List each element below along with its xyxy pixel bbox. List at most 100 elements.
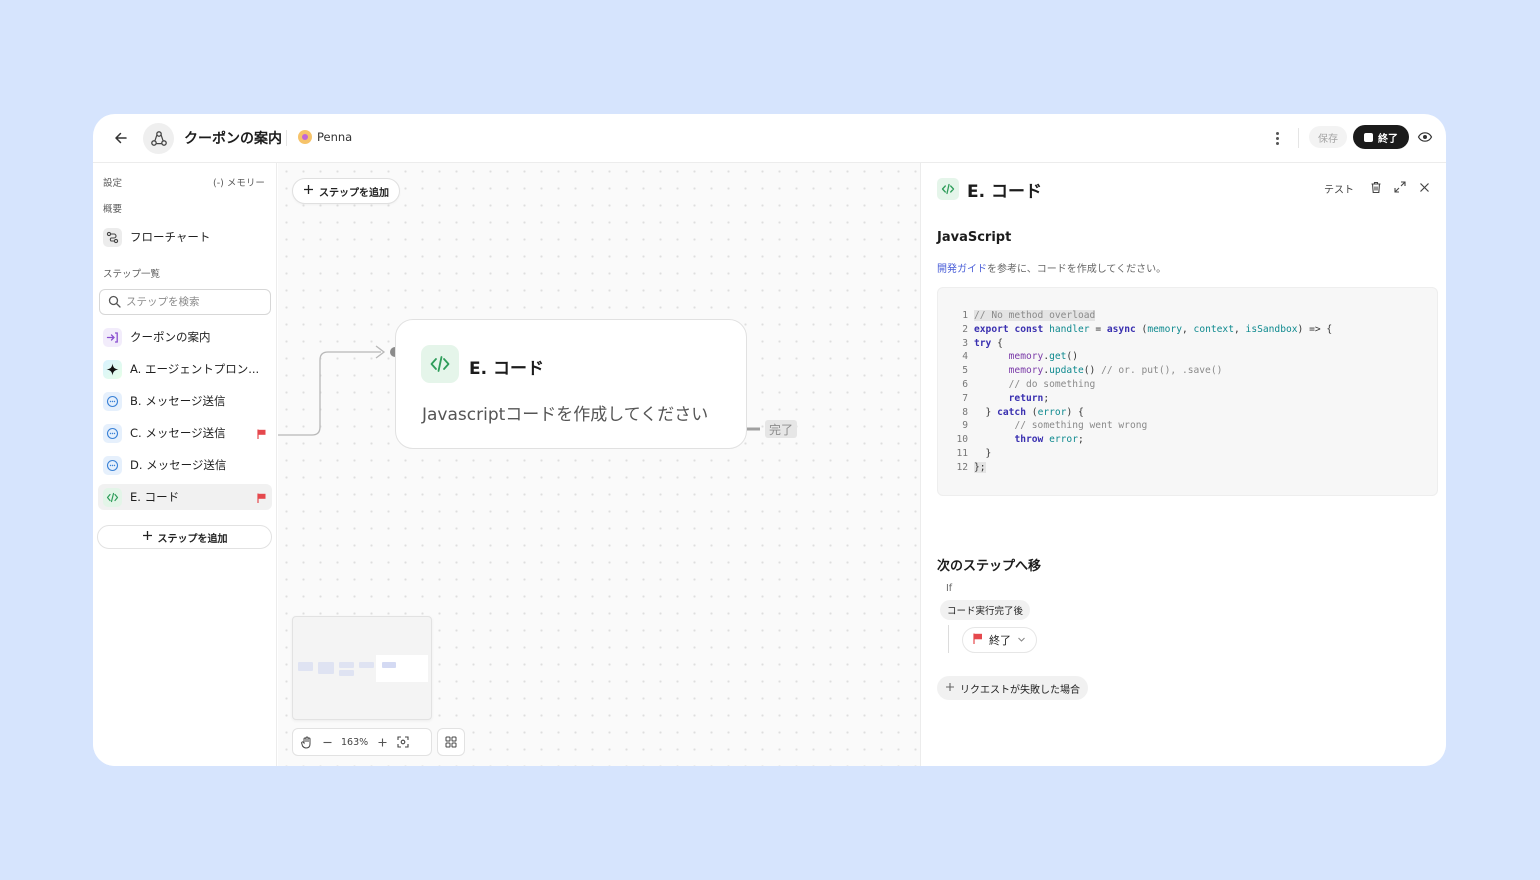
sparkle-icon	[103, 359, 122, 379]
sidebar-item-label: クーポンの案内	[130, 330, 211, 344]
owner-name: Penna	[317, 130, 353, 144]
end-button-label: 終了	[1378, 133, 1398, 145]
flag-icon	[257, 492, 266, 503]
memory-link[interactable]: (-) メモリー	[213, 175, 265, 189]
failure-branch-label: リクエストが失敗した場合	[960, 684, 1080, 696]
page-title: クーポンの案内	[184, 131, 282, 147]
message-icon	[103, 455, 122, 475]
chevron-down-icon	[1017, 634, 1026, 647]
code-line: 10 throw error;	[956, 434, 1084, 446]
divider	[1298, 128, 1299, 148]
code-line: 3 try {	[962, 337, 1003, 349]
code-icon	[421, 345, 459, 383]
plus-icon	[945, 682, 955, 695]
steps-label: ステップ一覧	[103, 269, 161, 280]
more-menu-icon[interactable]	[1269, 128, 1285, 148]
condition-chip: コード実行完了後	[940, 600, 1031, 620]
minimap-viewport	[376, 655, 428, 682]
canvas-toolbar: 163%	[292, 728, 432, 756]
minimap-node	[298, 662, 313, 671]
minimap-node	[359, 662, 374, 668]
sidebar: 設定 (-) メモリー 概要 フローチャート ステップ一覧 クーポンの案内	[93, 163, 277, 766]
settings-label: 設定	[103, 178, 123, 189]
message-icon	[103, 423, 122, 443]
avatar	[298, 130, 312, 144]
back-arrow-icon[interactable]	[111, 128, 131, 148]
add-step-button[interactable]: ステップを追加	[97, 525, 272, 549]
zoom-in-icon[interactable]	[375, 735, 389, 749]
search-input[interactable]	[126, 296, 266, 308]
plus-icon	[303, 184, 314, 198]
code-line: 1// No method overload	[962, 310, 1096, 321]
step-detail-panel: E. コード テスト JavaScript 開発ガイドを参考に、コードを作成して…	[920, 163, 1446, 766]
divider	[286, 130, 287, 146]
fit-view-icon[interactable]	[396, 735, 410, 749]
sidebar-item-label: E. コード	[130, 490, 180, 504]
code-line: 7 return;	[962, 392, 1050, 404]
section-heading-javascript: JavaScript	[937, 230, 1012, 245]
sidebar-item-coupon[interactable]: クーポンの案内	[98, 324, 272, 350]
code-step-node[interactable]: E. コード Javascriptコードを作成してください	[395, 319, 747, 449]
flag-icon	[257, 428, 266, 439]
code-line: 6 // do something	[962, 378, 1096, 390]
save-button[interactable]: 保存	[1309, 126, 1347, 148]
dev-guide-link[interactable]: 開発ガイド	[937, 264, 987, 275]
test-button[interactable]: テスト	[1324, 181, 1354, 196]
code-line: 9 // something went wrong	[962, 420, 1148, 432]
zoom-out-icon[interactable]	[320, 735, 334, 749]
sidebar-item-label: B. メッセージ送信	[130, 394, 226, 408]
step-search[interactable]	[99, 289, 271, 315]
trash-icon[interactable]	[1369, 180, 1383, 194]
code-line: 8 } catch (error) {	[962, 406, 1084, 418]
panel-title: E. コード	[967, 182, 1042, 202]
minimap-node	[382, 662, 396, 668]
code-line: 2 export const handler = async (memory, c…	[962, 323, 1333, 335]
plus-icon	[142, 530, 153, 544]
owner-badge[interactable]: Penna	[298, 130, 352, 144]
sidebar-item-label: C. メッセージ送信	[130, 426, 226, 440]
flowchart-icon	[103, 227, 122, 247]
code-line: 11 }	[956, 447, 992, 459]
code-editor[interactable]: 1// No method overload 2 export const hand…	[937, 287, 1438, 496]
search-icon	[108, 293, 121, 312]
minimap-node	[318, 662, 334, 674]
sidebar-item-label: D. メッセージ送信	[130, 458, 227, 472]
close-icon[interactable]	[1417, 180, 1431, 194]
sidebar-item-flowchart[interactable]: フローチャート	[98, 224, 272, 250]
header: クーポンの案内 Penna 保存 終了	[93, 114, 1446, 163]
entry-icon	[103, 327, 122, 347]
sidebar-item-a[interactable]: A. エージェントプロン...	[98, 356, 272, 382]
code-line: 5 memory.update() // or. put(), .save()	[962, 365, 1223, 377]
sidebar-item-e[interactable]: E. コード	[98, 484, 272, 510]
hand-pan-icon[interactable]	[299, 735, 313, 749]
add-step-label: ステップを追加	[319, 187, 389, 199]
message-icon	[103, 391, 122, 411]
add-step-label: ステップを追加	[157, 533, 228, 545]
sidebar-item-c[interactable]: C. メッセージ送信	[98, 420, 272, 446]
branch-line	[948, 625, 949, 653]
code-icon	[103, 487, 122, 507]
add-step-button[interactable]: ステップを追加	[292, 178, 400, 204]
zoom-level: 163%	[341, 736, 369, 748]
end-button[interactable]: 終了	[1353, 125, 1409, 149]
flag-icon	[973, 633, 983, 647]
code-line: 4 memory.get()	[962, 351, 1078, 363]
minimap-node	[339, 662, 354, 668]
sidebar-item-b[interactable]: B. メッセージ送信	[98, 388, 272, 414]
node-title: E. コード	[469, 359, 544, 379]
add-failure-branch-button[interactable]: リクエストが失敗した場合	[937, 676, 1088, 700]
code-line: 12};	[956, 461, 986, 473]
minimap[interactable]	[292, 616, 432, 720]
stop-icon	[1364, 132, 1373, 142]
layout-grid-icon[interactable]	[437, 728, 465, 756]
preview-eye-icon[interactable]	[1417, 129, 1433, 145]
flow-canvas[interactable]: ステップを追加 E. コード Javascriptコードを作成してください 完了	[278, 163, 920, 766]
expand-icon[interactable]	[1393, 180, 1407, 194]
code-icon	[937, 178, 959, 200]
sidebar-item-d[interactable]: D. メッセージ送信	[98, 452, 272, 478]
if-label: If	[946, 583, 953, 594]
guide-suffix: を参考に、コードを作成してください。	[987, 264, 1167, 275]
node-description: Javascriptコードを作成してください	[422, 405, 709, 425]
guide-text: 開発ガイドを参考に、コードを作成してください。	[937, 260, 1166, 275]
target-step-select[interactable]: 終了	[962, 627, 1037, 653]
